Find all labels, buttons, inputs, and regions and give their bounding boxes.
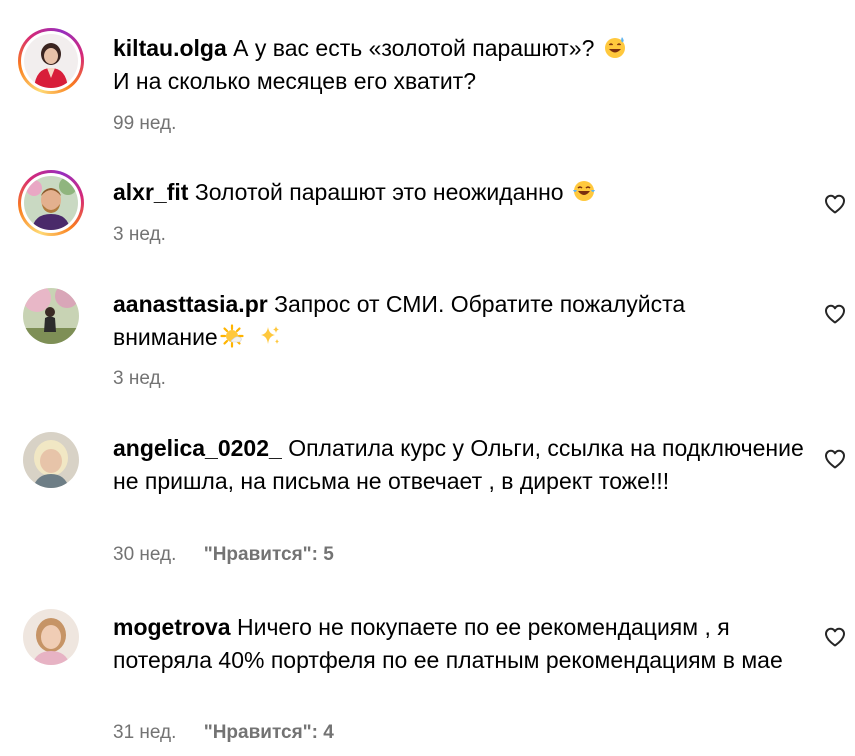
avatar-image (24, 34, 78, 88)
comment-meta: 30 нед. "Нравится": 5 (113, 544, 334, 566)
avatar[interactable] (18, 427, 84, 493)
heart-icon (825, 194, 845, 214)
heart-icon (825, 304, 845, 324)
like-button[interactable] (823, 302, 847, 326)
avatar-image (24, 176, 78, 230)
heart-icon (825, 449, 845, 469)
comment-time[interactable]: 99 нед. (113, 113, 176, 134)
comment-body: А у вас есть «золотой парашют»? (233, 35, 595, 61)
avatar-photo-icon (23, 609, 79, 665)
comment-body: Золотой парашют это неожиданно (194, 179, 564, 205)
like-button[interactable] (823, 625, 847, 649)
comment-meta: 3 нед. (113, 224, 166, 246)
comment-body: Запрос от СМИ. Обратите пожалуйста (274, 291, 686, 317)
avatar-image (23, 432, 79, 488)
avatar[interactable] (18, 28, 84, 94)
comment-text: angelica_0202_ Оплатила курс у Ольги, сс… (113, 432, 813, 498)
comment-body-line2: И на сколько месяцев его хватит? (113, 68, 477, 94)
avatar-image (23, 288, 79, 344)
comment-time[interactable]: 30 нед. (113, 544, 176, 565)
tears-of-joy-emoji (572, 179, 596, 203)
likes-count[interactable]: "Нравится": 5 (204, 544, 334, 565)
comment-username[interactable]: aanasttasia.pr (113, 291, 268, 317)
like-button[interactable] (823, 447, 847, 471)
sweat-smile-emoji (603, 35, 627, 59)
comment-username[interactable]: angelica_0202_ (113, 435, 282, 461)
avatar[interactable] (18, 283, 84, 349)
comment-text: kiltau.olga А у вас есть «золотой парашю… (113, 32, 803, 98)
avatar-photo-icon (23, 288, 79, 344)
avatar-photo-icon (23, 432, 79, 488)
sparkles-emoji (258, 324, 282, 348)
comment-meta: 3 нед. (113, 368, 166, 390)
heart-icon (825, 627, 845, 647)
avatar[interactable] (18, 170, 84, 236)
comment-time[interactable]: 31 нед. (113, 722, 176, 743)
comment-meta: 99 нед. (113, 113, 176, 135)
comment-body-line2: внимание (113, 324, 218, 350)
like-button[interactable] (823, 192, 847, 216)
comment-time[interactable]: 3 нед. (113, 368, 166, 389)
comment-meta: 31 нед. "Нравится": 4 (113, 722, 334, 744)
comment-text: alxr_fit Золотой парашют это неожиданно (113, 176, 803, 209)
avatar-photo-icon (24, 176, 78, 230)
sun-emoji (220, 324, 244, 348)
comment-username[interactable]: kiltau.olga (113, 35, 227, 61)
comment-text: aanasttasia.pr Запрос от СМИ. Обратите п… (113, 288, 803, 354)
comment-time[interactable]: 3 нед. (113, 224, 166, 245)
comment-username[interactable]: alxr_fit (113, 179, 188, 205)
comment-text: mogetrova Ничего не покупаете по ее реко… (113, 611, 813, 677)
likes-count[interactable]: "Нравится": 4 (204, 722, 334, 743)
avatar-image (23, 609, 79, 665)
avatar[interactable] (18, 604, 84, 670)
avatar-photo-icon (24, 34, 78, 88)
comment-username[interactable]: mogetrova (113, 614, 231, 640)
